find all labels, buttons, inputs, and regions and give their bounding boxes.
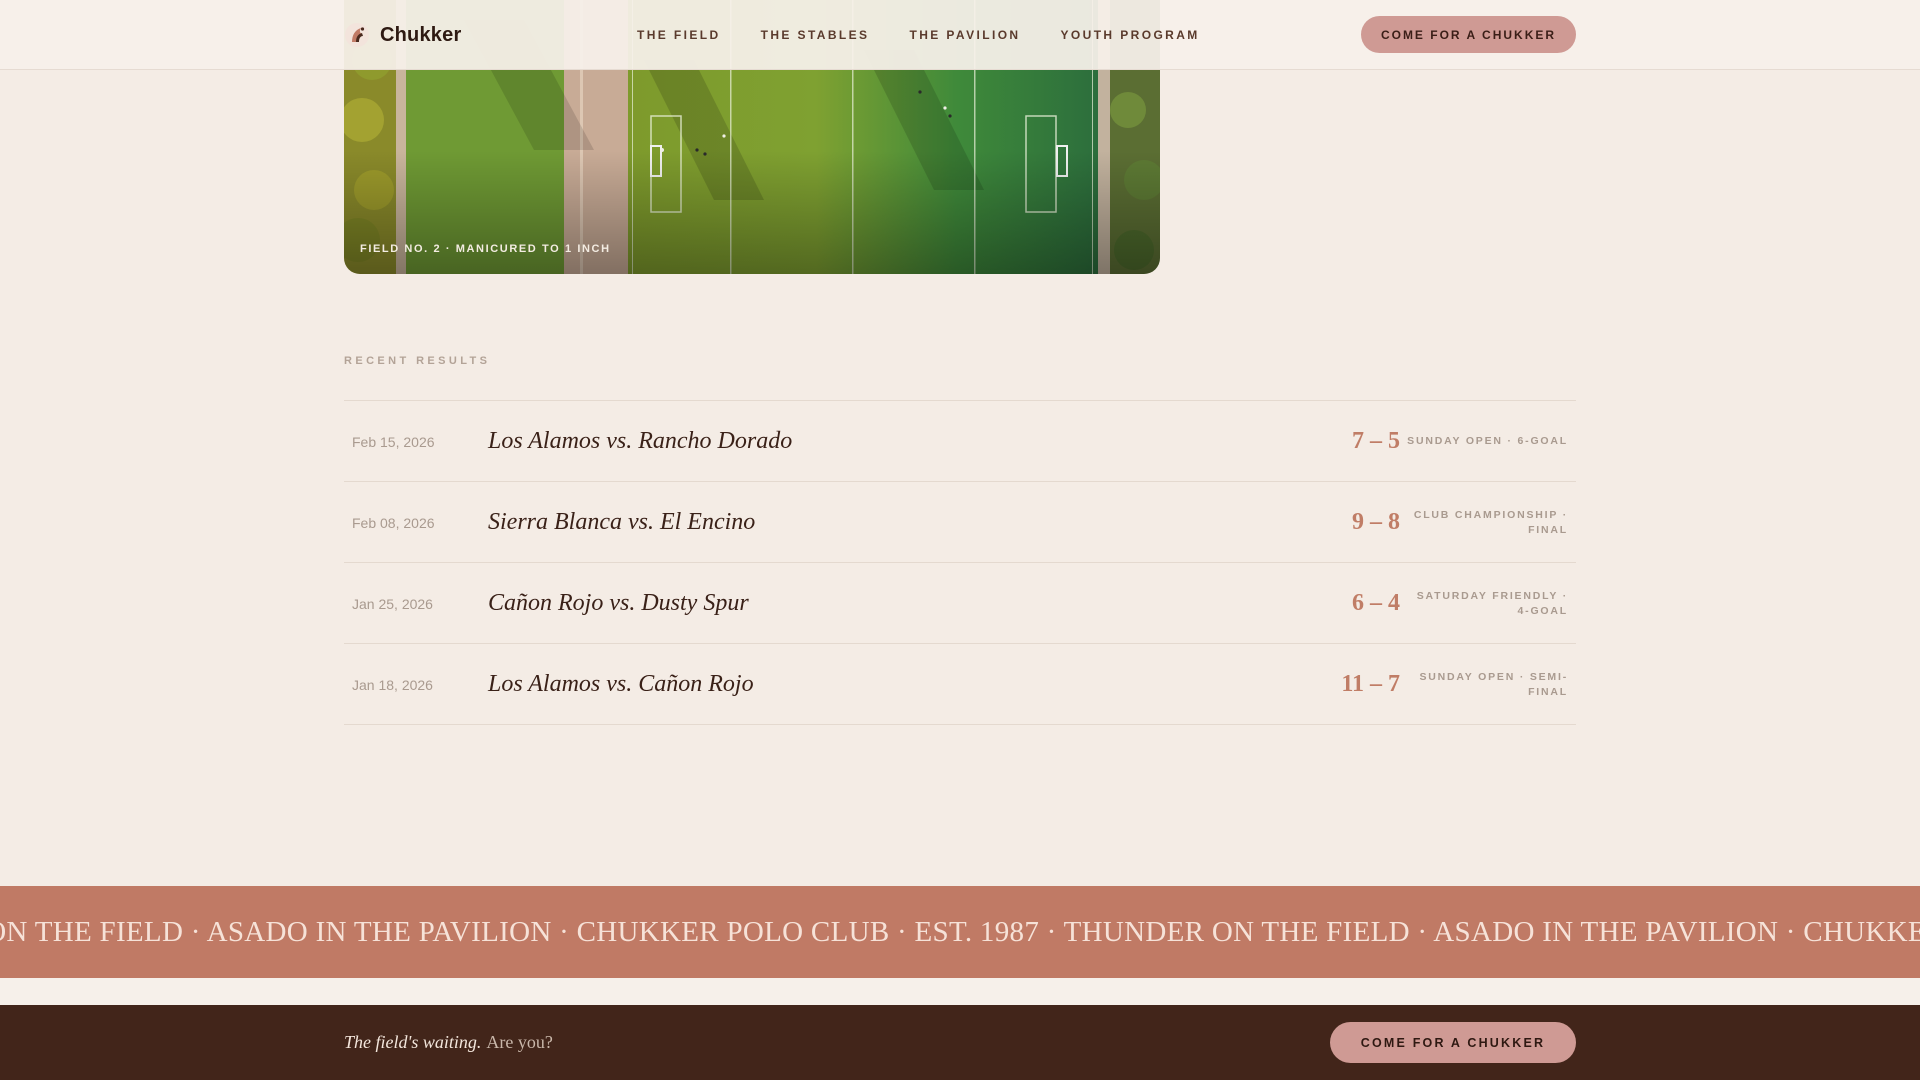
marquee-track: THUNDER ON THE FIELD · ASADO IN THE PAVI… [0, 886, 1920, 978]
result-score: 9 – 8 [1352, 509, 1400, 535]
site-footer: The field's waiting. Are you? COME FOR A… [0, 1005, 1920, 1080]
result-row[interactable]: Jan 25, 2026 Cañon Rojo vs. Dusty Spur 6… [344, 563, 1576, 644]
club-marquee: THUNDER ON THE FIELD · ASADO IN THE PAVI… [0, 886, 1920, 978]
result-match: Los Alamos vs. Cañon Rojo [488, 671, 754, 697]
footer-come-for-a-chukker-button[interactable]: COME FOR A CHUKKER [1330, 1022, 1576, 1063]
result-event: SUNDAY OPEN · SEMI-FINAL [1419, 670, 1568, 698]
result-event: SUNDAY OPEN · 6-GOAL [1407, 435, 1568, 447]
result-date: Feb 08, 2026 [352, 514, 435, 531]
results-list: Feb 15, 2026 Los Alamos vs. Rancho Dorad… [344, 400, 1576, 725]
result-event: CLUB CHAMPIONSHIP · FINAL [1413, 508, 1568, 536]
footer-tagline: The field's waiting. Are you? [344, 1005, 553, 1080]
main-nav: THE FIELD THE STABLES THE PAVILION YOUTH… [637, 0, 1200, 70]
recent-results-label: RECENT RESULTS [344, 355, 491, 367]
site-header: Chukker THE FIELD THE STABLES THE PAVILI… [0, 0, 1920, 70]
marquee-text: THUNDER ON THE FIELD · ASADO IN THE PAVI… [0, 915, 1920, 948]
result-score: 7 – 5 [1352, 428, 1400, 454]
footer-tagline-emphasis: The field's waiting. [344, 1032, 482, 1052]
come-for-a-chukker-button[interactable]: COME FOR A CHUKKER [1361, 16, 1576, 53]
nav-the-field[interactable]: THE FIELD [637, 28, 721, 42]
result-row[interactable]: Feb 08, 2026 Sierra Blanca vs. El Encino… [344, 482, 1576, 563]
result-score: 11 – 7 [1341, 671, 1400, 697]
result-date: Jan 18, 2026 [352, 676, 433, 693]
result-match: Cañon Rojo vs. Dusty Spur [488, 590, 749, 616]
footer-divider [0, 978, 1920, 1005]
footer-tagline-rest: Are you? [486, 1032, 553, 1052]
result-score: 6 – 4 [1352, 590, 1400, 616]
nav-the-stables[interactable]: THE STABLES [761, 28, 870, 42]
brand-name: Chukker [380, 23, 462, 46]
result-date: Jan 25, 2026 [352, 595, 433, 612]
result-match: Sierra Blanca vs. El Encino [488, 509, 756, 535]
result-match: Los Alamos vs. Rancho Dorado [488, 428, 793, 454]
field-caption: FIELD NO. 2 · MANICURED TO 1 INCH [360, 243, 611, 255]
result-event: SATURDAY FRIENDLY · 4-GOAL [1416, 589, 1568, 617]
polo-horse-logo-icon [345, 23, 369, 47]
result-row[interactable]: Feb 15, 2026 Los Alamos vs. Rancho Dorad… [344, 401, 1576, 482]
result-date: Feb 15, 2026 [352, 433, 435, 450]
nav-youth-program[interactable]: YOUTH PROGRAM [1061, 28, 1200, 42]
nav-the-pavilion[interactable]: THE PAVILION [909, 28, 1020, 42]
result-row[interactable]: Jan 18, 2026 Los Alamos vs. Cañon Rojo 1… [344, 644, 1576, 725]
brand[interactable]: Chukker [344, 20, 461, 50]
